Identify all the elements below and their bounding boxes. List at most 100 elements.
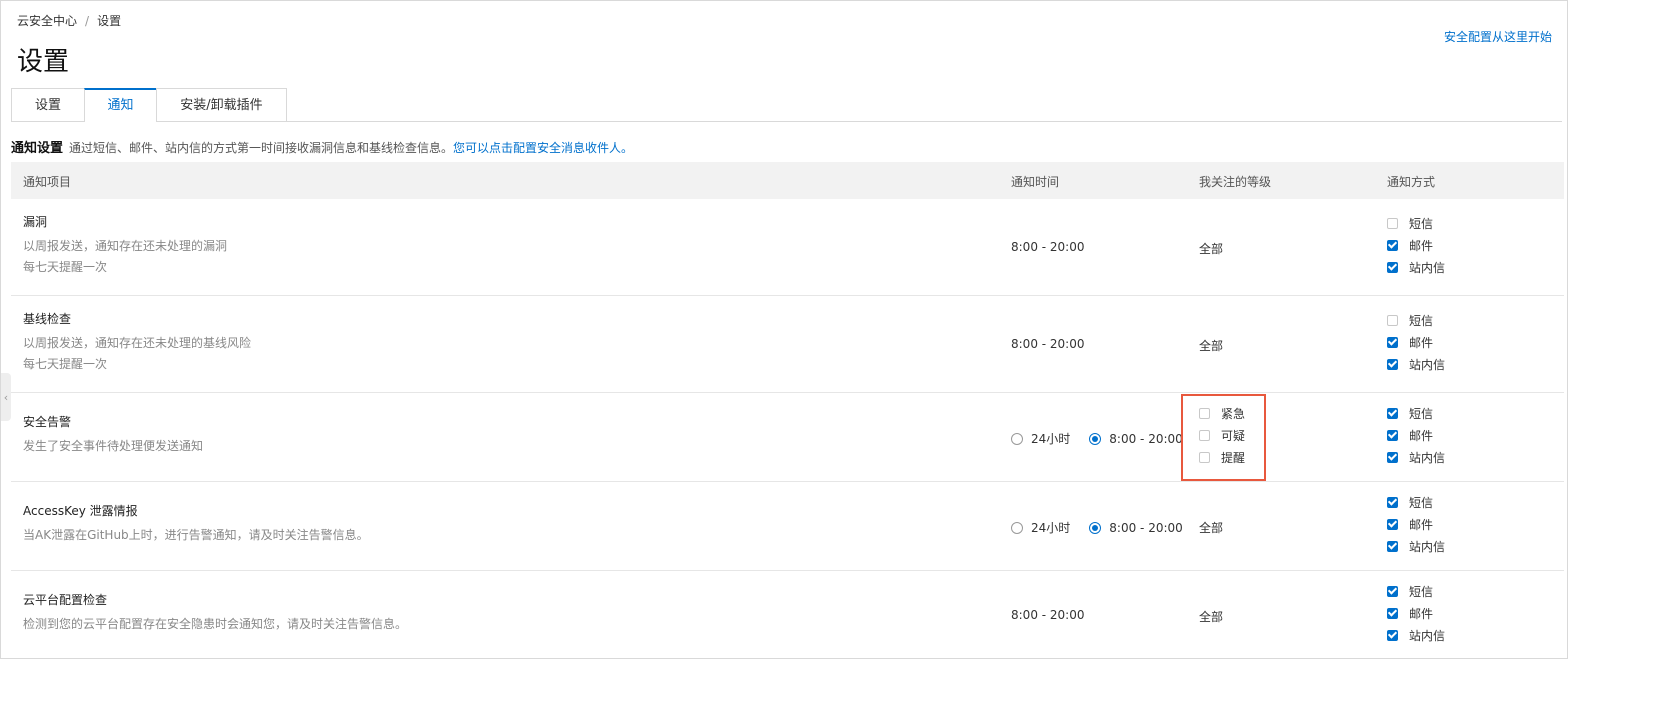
checkbox-label: 站内信 [1409, 450, 1446, 465]
item-title: 云平台配置检查 [23, 593, 108, 607]
tab-notifications[interactable]: 通知 [84, 88, 157, 122]
checkbox-checked-icon [1387, 429, 1398, 441]
checkbox-checked-icon [1387, 540, 1398, 552]
checkbox-checked-icon [1387, 607, 1398, 619]
item-title: 基线检查 [23, 312, 72, 326]
item-title: AccessKey 泄露情报 [23, 504, 138, 518]
breadcrumb-separator: / [85, 14, 90, 28]
method-group: 短信 邮件 站内信 [1387, 402, 1445, 468]
notify-time: 8:00 - 20:00 [1011, 240, 1085, 254]
table-row: 漏洞 以周报发送，通知存在还未处理的漏洞 每七天提醒一次 8:00 - 20:0… [11, 199, 1564, 296]
radio-daytime[interactable] [1089, 432, 1102, 445]
inbox-checkbox[interactable]: 站内信 [1387, 535, 1445, 557]
method-group: 短信 邮件 站内信 [1387, 491, 1445, 557]
item-description: 当AK泄露在GitHub上时，进行告警通知，请及时关注告警信息。 [23, 525, 369, 546]
item-cell: 安全告警 发生了安全事件待处理便发送通知 [23, 413, 203, 457]
checkbox-label: 邮件 [1409, 517, 1434, 532]
collapse-sidebar-handle[interactable]: ‹ [1, 373, 11, 421]
checkbox-label: 邮件 [1409, 606, 1434, 621]
breadcrumb: 云安全中心 / 设置 [17, 12, 121, 29]
checkbox-checked-icon [1387, 518, 1398, 530]
table-row: 云平台配置检查 检测到您的云平台配置存在安全隐患时会通知您，请及时关注告警信息。… [11, 571, 1564, 658]
item-cell: 基线检查 以周报发送，通知存在还未处理的基线风险 每七天提醒一次 [23, 310, 251, 375]
checkbox-label: 邮件 [1409, 335, 1434, 350]
checkbox-checked-icon [1387, 407, 1398, 419]
notification-table: 通知项目 通知时间 我关注的等级 通知方式 漏洞 以周报发送，通知存在还未处理的… [11, 162, 1564, 658]
item-cell: 云平台配置检查 检测到您的云平台配置存在安全隐患时会通知您，请及时关注告警信息。 [23, 591, 407, 635]
level-value: 全部 [1199, 521, 1224, 535]
time-radio-group: 24小时 8:00 - 20:00 [1011, 519, 1183, 536]
checkbox-checked-icon [1387, 239, 1398, 251]
sms-checkbox[interactable]: 短信 [1387, 580, 1445, 602]
header-method: 通知方式 [1387, 175, 1436, 189]
method-group: 短信 邮件 站内信 [1387, 212, 1445, 278]
checkbox-label: 站内信 [1409, 357, 1446, 372]
settings-page: 云安全中心 / 设置 设置 安全配置从这里开始 设置 通知 安装/卸载插件 通知设置… [0, 0, 1568, 659]
item-description: 检测到您的云平台配置存在安全隐患时会通知您，请及时关注告警信息。 [23, 614, 407, 635]
item-description: 发生了安全事件待处理便发送通知 [23, 436, 203, 457]
notify-time: 8:00 - 20:00 [1011, 608, 1085, 622]
sms-checkbox[interactable]: 短信 [1387, 309, 1445, 331]
radio-label: 24小时 [1031, 432, 1071, 446]
radio-24h[interactable] [1011, 521, 1023, 534]
sms-checkbox[interactable]: 短信 [1387, 212, 1445, 234]
method-group: 短信 邮件 站内信 [1387, 309, 1445, 375]
radio-daytime[interactable] [1089, 521, 1102, 534]
table-row: 基线检查 以周报发送，通知存在还未处理的基线风险 每七天提醒一次 8:00 - … [11, 296, 1564, 393]
checkbox-checked-icon [1387, 451, 1398, 463]
checkbox-label: 短信 [1409, 584, 1434, 599]
time-radio-group: 24小时 8:00 - 20:00 [1011, 430, 1183, 447]
radio-label: 8:00 - 20:00 [1109, 431, 1183, 446]
email-checkbox[interactable]: 邮件 [1387, 331, 1445, 353]
checkbox-label: 邮件 [1409, 428, 1434, 443]
item-desc-line: 每七天提醒一次 [23, 357, 108, 371]
level-value: 全部 [1199, 242, 1224, 256]
radio-24h[interactable] [1011, 432, 1023, 445]
header-item: 通知项目 [23, 175, 72, 189]
checkbox-checked-icon [1387, 358, 1398, 370]
section-description: 通过短信、邮件、站内信的方式第一时间接收漏洞信息和基线检查信息。 [69, 141, 454, 155]
level-value: 全部 [1199, 339, 1224, 353]
configure-recipients-link[interactable]: 您可以点击配置安全消息收件人。 [453, 141, 633, 155]
notification-settings-intro: 通知设置 通过短信、邮件、站内信的方式第一时间接收漏洞信息和基线检查信息。您可以点… [11, 137, 633, 156]
section-title: 通知设置 [11, 141, 64, 156]
sms-checkbox[interactable]: 短信 [1387, 402, 1445, 424]
checkbox-checked-icon [1387, 336, 1398, 348]
email-checkbox[interactable]: 邮件 [1387, 424, 1445, 446]
checkbox-label: 短信 [1409, 495, 1434, 510]
page-title: 设置 [17, 47, 70, 77]
table-row: AccessKey 泄露情报 当AK泄露在GitHub上时，进行告警通知，请及时… [11, 482, 1564, 571]
item-desc-line: 检测到您的云平台配置存在安全隐患时会通知您，请及时关注告警信息。 [23, 617, 408, 631]
item-description: 以周报发送，通知存在还未处理的漏洞 每七天提醒一次 [23, 236, 227, 278]
inbox-checkbox[interactable]: 站内信 [1387, 353, 1445, 375]
header-level: 我关注的等级 [1199, 175, 1272, 189]
inbox-checkbox[interactable]: 站内信 [1387, 446, 1445, 468]
checkbox-label: 站内信 [1409, 628, 1446, 643]
email-checkbox[interactable]: 邮件 [1387, 234, 1445, 256]
checkbox-icon [1387, 314, 1398, 326]
checkbox-label: 短信 [1409, 406, 1434, 421]
tab-settings[interactable]: 设置 [11, 88, 85, 121]
item-cell: 漏洞 以周报发送，通知存在还未处理的漏洞 每七天提醒一次 [23, 213, 227, 278]
checkbox-label: 站内信 [1409, 260, 1446, 275]
level-value: 全部 [1199, 610, 1224, 624]
tab-install-plugin[interactable]: 安装/卸载插件 [156, 88, 287, 121]
breadcrumb-parent[interactable]: 云安全中心 [17, 14, 77, 28]
header-time: 通知时间 [1011, 175, 1060, 189]
table-header: 通知项目 通知时间 我关注的等级 通知方式 [11, 162, 1564, 199]
email-checkbox[interactable]: 邮件 [1387, 602, 1445, 624]
inbox-checkbox[interactable]: 站内信 [1387, 256, 1445, 278]
radio-label: 8:00 - 20:00 [1109, 520, 1183, 535]
checkbox-checked-icon [1387, 496, 1398, 508]
radio-label: 24小时 [1031, 521, 1071, 535]
inbox-checkbox[interactable]: 站内信 [1387, 624, 1445, 646]
checkbox-checked-icon [1387, 261, 1398, 273]
chevron-left-icon: ‹ [3, 390, 9, 404]
highlight-frame [1181, 394, 1266, 481]
security-config-start-link[interactable]: 安全配置从这里开始 [1444, 28, 1552, 45]
notify-time: 8:00 - 20:00 [1011, 337, 1085, 351]
email-checkbox[interactable]: 邮件 [1387, 513, 1445, 535]
checkbox-icon [1387, 217, 1398, 229]
sms-checkbox[interactable]: 短信 [1387, 491, 1445, 513]
checkbox-label: 邮件 [1409, 238, 1434, 253]
